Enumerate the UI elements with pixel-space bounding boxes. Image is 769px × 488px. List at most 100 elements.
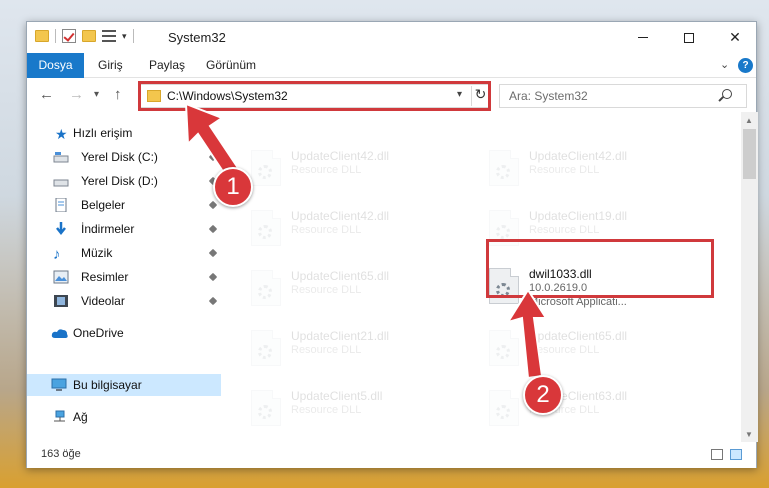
- tab-view[interactable]: Görünüm: [206, 53, 256, 78]
- sidebar-item-label: Belgeler: [81, 198, 126, 212]
- sidebar-item-local-disk-c[interactable]: Yerel Disk (C:): [27, 146, 221, 168]
- sidebar-item-documents[interactable]: Belgeler: [27, 194, 221, 216]
- file-description: Resource DLL: [291, 344, 362, 356]
- file-item[interactable]: UpdateClient42.dll Resource DLL: [243, 144, 473, 198]
- sidebar-item-label: Hızlı erişim: [73, 126, 133, 140]
- pin-icon[interactable]: [208, 272, 218, 281]
- sidebar-item-network[interactable]: Ağ: [27, 406, 221, 428]
- sidebar-item-label: OneDrive: [73, 326, 124, 340]
- navigation-bar: ← → ▾ ↑ C:\Windows\System32 ▾ ↻ Ara: Sys…: [27, 78, 756, 112]
- sidebar-item-label: Yerel Disk (C:): [81, 150, 158, 164]
- step-marker-2: 2: [523, 375, 563, 415]
- close-button[interactable]: ✕: [712, 22, 758, 53]
- cloud-icon: [51, 326, 68, 340]
- tiles-view-icon[interactable]: [730, 449, 742, 460]
- file-item[interactable]: UpdateClient65.dll Resource DLL: [481, 324, 711, 378]
- tab-share[interactable]: Paylaş: [149, 53, 185, 78]
- title-bar: ▾ System32 ✕: [27, 22, 756, 53]
- file-name: UpdateClient5.dll: [291, 389, 383, 403]
- sidebar-item-this-pc[interactable]: Bu bilgisayar: [27, 374, 221, 396]
- maximize-button[interactable]: [666, 22, 712, 53]
- sidebar-item-pictures[interactable]: Resimler: [27, 266, 221, 288]
- sidebar-item-label: Yerel Disk (D:): [81, 174, 158, 188]
- pin-icon[interactable]: [208, 248, 218, 257]
- pin-icon[interactable]: [208, 296, 218, 305]
- scroll-up-icon[interactable]: ▲: [745, 116, 753, 125]
- dll-file-icon: [251, 210, 281, 246]
- status-bar: 163 öğe: [27, 442, 756, 468]
- properties-check-icon[interactable]: [62, 29, 76, 43]
- dll-file-icon: [251, 330, 281, 366]
- expand-ribbon-icon[interactable]: ⌄: [720, 58, 729, 71]
- sidebar-item-label: Videolar: [81, 294, 125, 308]
- dll-file-icon: [251, 390, 281, 426]
- customize-icon[interactable]: [102, 30, 116, 42]
- up-arrow-icon[interactable]: ↑: [114, 86, 122, 103]
- search-input[interactable]: Ara: System32: [499, 84, 747, 108]
- search-placeholder: Ara: System32: [509, 89, 588, 103]
- toolbar-divider: [132, 29, 134, 43]
- vertical-scrollbar[interactable]: ▲ ▼: [741, 112, 758, 442]
- dll-file-icon: [251, 150, 281, 186]
- sidebar-item-label: İndirmeler: [81, 222, 135, 236]
- window-title: System32: [168, 30, 226, 45]
- sidebar-item-music[interactable]: ♪ Müzik: [27, 242, 221, 264]
- quick-access-toolbar: ▾: [35, 29, 134, 43]
- file-item[interactable]: UpdateClient21.dll Resource DLL: [243, 324, 473, 378]
- dll-file-icon: [251, 270, 281, 306]
- sidebar-item-downloads[interactable]: İndirmeler: [27, 218, 221, 240]
- downloads-icon: [53, 222, 69, 236]
- file-name: UpdateClient42.dll: [291, 149, 390, 163]
- star-icon: ★: [55, 126, 68, 142]
- scrollbar-thumb[interactable]: [743, 129, 756, 179]
- dll-file-icon: [489, 330, 519, 366]
- new-folder-icon[interactable]: [82, 30, 96, 42]
- file-highlight-box: [486, 239, 714, 298]
- scroll-down-icon[interactable]: ▼: [745, 430, 753, 439]
- item-count: 163 öğe: [41, 448, 81, 460]
- file-name: UpdateClient42.dll: [291, 209, 390, 223]
- file-name: UpdateClient65.dll: [529, 329, 628, 343]
- pictures-icon: [53, 270, 69, 284]
- help-icon[interactable]: ?: [738, 58, 753, 73]
- recent-locations-icon[interactable]: ▾: [94, 89, 99, 100]
- back-arrow-icon[interactable]: ←: [39, 86, 54, 103]
- file-item[interactable]: UpdateClient63.dll Resource DLL: [481, 384, 711, 438]
- pin-icon[interactable]: [208, 152, 218, 161]
- videos-icon: [53, 294, 69, 308]
- file-description: Resource DLL: [529, 164, 600, 176]
- sidebar-item-videos[interactable]: Videolar: [27, 290, 221, 312]
- music-icon: ♪: [53, 246, 61, 263]
- sidebar-item-label: Bu bilgisayar: [73, 378, 142, 392]
- file-item[interactable]: UpdateClient42.dll Resource DLL: [243, 204, 473, 258]
- file-item[interactable]: UpdateClient42.dll Resource DLL: [481, 144, 711, 198]
- dll-file-icon: [489, 390, 519, 426]
- minimize-button[interactable]: [620, 22, 666, 53]
- pin-icon[interactable]: [208, 224, 218, 233]
- file-name: UpdateClient65.dll: [291, 269, 390, 283]
- folder-icon: [35, 30, 49, 42]
- file-description: Resource DLL: [291, 284, 362, 296]
- ribbon-tabs: Dosya Giriş Paylaş Görünüm ⌄ ?: [27, 53, 756, 107]
- tab-home[interactable]: Giriş: [98, 53, 123, 78]
- search-icon[interactable]: [722, 89, 732, 99]
- dll-file-icon: [489, 150, 519, 186]
- file-name: UpdateClient19.dll: [529, 209, 628, 223]
- forward-arrow-icon[interactable]: →: [69, 86, 84, 103]
- file-item[interactable]: UpdateClient65.dll Resource DLL: [243, 264, 473, 318]
- computer-icon: [51, 378, 67, 392]
- sidebar-item-quick-access[interactable]: ★ Hızlı erişim: [27, 122, 221, 144]
- file-item[interactable]: UpdateClient5.dll Resource DLL: [243, 384, 473, 438]
- chevron-down-icon[interactable]: ▾: [122, 31, 127, 42]
- file-description: Resource DLL: [291, 164, 362, 176]
- details-view-icon[interactable]: [711, 449, 723, 460]
- file-name: UpdateClient42.dll: [529, 149, 628, 163]
- step-marker-1: 1: [213, 167, 253, 207]
- drive-icon: [53, 174, 69, 188]
- sidebar-item-local-disk-d[interactable]: Yerel Disk (D:): [27, 170, 221, 192]
- sidebar-item-onedrive[interactable]: OneDrive: [27, 322, 221, 344]
- sidebar-item-label: Ağ: [73, 410, 88, 424]
- drive-icon: [53, 150, 69, 164]
- sidebar-item-label: Müzik: [81, 246, 113, 260]
- pin-icon[interactable]: [208, 200, 218, 209]
